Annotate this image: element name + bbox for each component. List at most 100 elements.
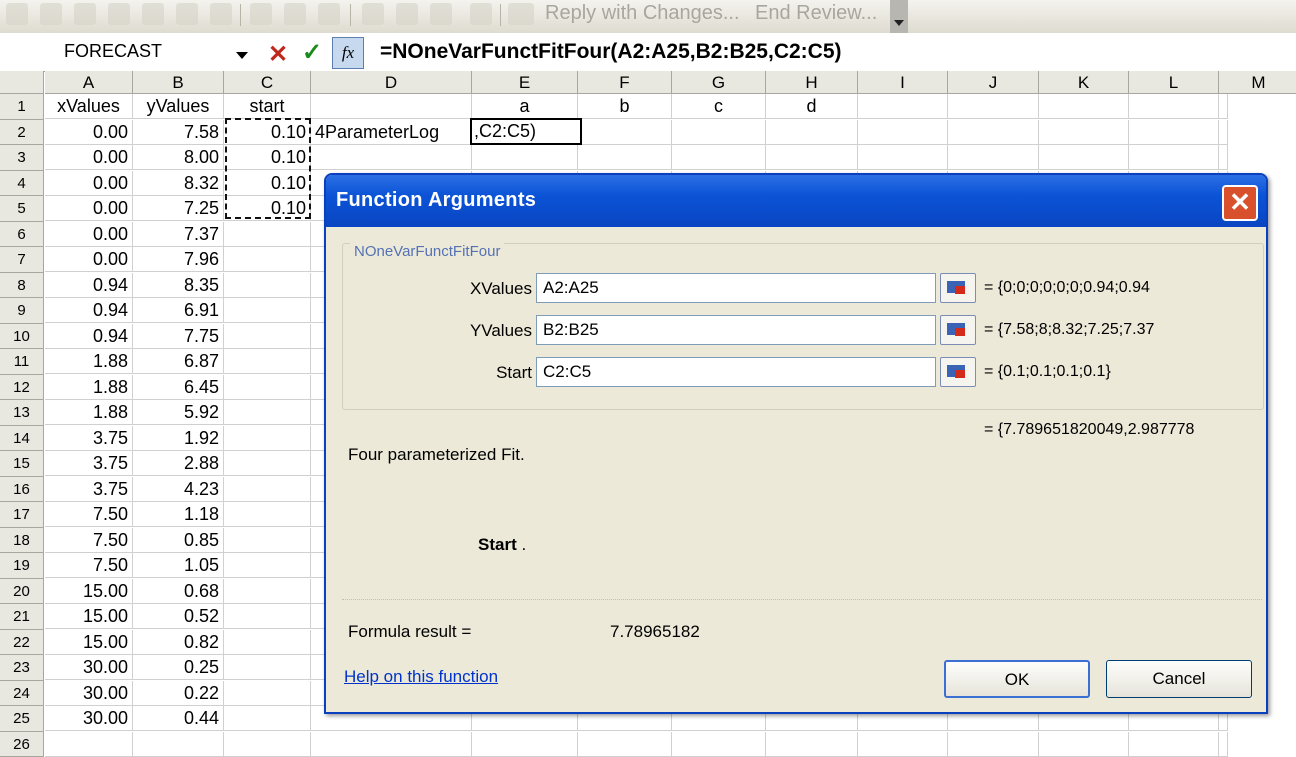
cell-c9[interactable] bbox=[224, 298, 311, 323]
cancel-button[interactable]: Cancel bbox=[1106, 660, 1252, 698]
column-header[interactable]: K bbox=[1039, 71, 1129, 94]
active-cell-e2[interactable]: ,C2:C5) bbox=[470, 118, 582, 145]
cell-a26[interactable] bbox=[45, 732, 133, 757]
cell-c10[interactable] bbox=[224, 324, 311, 349]
cell-a22[interactable]: 15.00 bbox=[45, 630, 133, 655]
cell-c25[interactable] bbox=[224, 706, 311, 731]
cell-c12[interactable] bbox=[224, 375, 311, 400]
cell-d2[interactable]: 4ParameterLog bbox=[311, 120, 472, 145]
cell-b3[interactable]: 8.00 bbox=[133, 145, 224, 170]
cell-a18[interactable]: 7.50 bbox=[45, 528, 133, 553]
cell-b4[interactable]: 8.32 bbox=[133, 171, 224, 196]
cell-g3[interactable] bbox=[672, 145, 766, 170]
cell-b6[interactable]: 7.37 bbox=[133, 222, 224, 247]
column-header[interactable]: H bbox=[766, 71, 858, 94]
cell-c21[interactable] bbox=[224, 604, 311, 629]
cell-b21[interactable]: 0.52 bbox=[133, 604, 224, 629]
cell-a24[interactable]: 30.00 bbox=[45, 681, 133, 706]
row-header[interactable]: 9 bbox=[0, 298, 44, 324]
cell-c15[interactable] bbox=[224, 451, 311, 476]
row-header[interactable]: 26 bbox=[0, 732, 44, 757]
cell-c8[interactable] bbox=[224, 273, 311, 298]
cell-b15[interactable]: 2.88 bbox=[133, 451, 224, 476]
cell-a19[interactable]: 7.50 bbox=[45, 553, 133, 578]
row-header[interactable]: 12 bbox=[0, 375, 44, 401]
insert-function-button[interactable]: fx bbox=[332, 37, 364, 69]
cell-f2[interactable] bbox=[578, 120, 672, 145]
row-header[interactable]: 10 bbox=[0, 324, 44, 350]
toolbar-button-icon[interactable] bbox=[6, 3, 28, 25]
cell-g2[interactable] bbox=[672, 120, 766, 145]
cell-l1[interactable] bbox=[1129, 94, 1219, 119]
row-header[interactable]: 20 bbox=[0, 579, 44, 605]
row-header[interactable]: 22 bbox=[0, 630, 44, 656]
formula-input[interactable]: =NOneVarFunctFitFour(A2:A25,B2:B25,C2:C5… bbox=[380, 40, 842, 64]
cell-c6[interactable] bbox=[224, 222, 311, 247]
cell-d3[interactable] bbox=[311, 145, 472, 170]
row-header[interactable]: 5 bbox=[0, 196, 44, 222]
cell-d26[interactable] bbox=[311, 732, 472, 757]
cell-h3[interactable] bbox=[766, 145, 858, 170]
cell-b18[interactable]: 0.85 bbox=[133, 528, 224, 553]
reply-with-changes-button[interactable]: Reply with Changes... bbox=[545, 2, 740, 25]
cell-b25[interactable]: 0.44 bbox=[133, 706, 224, 731]
row-header[interactable]: 14 bbox=[0, 426, 44, 452]
cell-b7[interactable]: 7.96 bbox=[133, 247, 224, 272]
cell-c7[interactable] bbox=[224, 247, 311, 272]
row-header[interactable]: 18 bbox=[0, 528, 44, 554]
collapse-dialog-xvalues-icon[interactable] bbox=[940, 273, 976, 303]
cell-c19[interactable] bbox=[224, 553, 311, 578]
cell-a14[interactable]: 3.75 bbox=[45, 426, 133, 451]
cell-d1[interactable] bbox=[311, 94, 472, 119]
row-header[interactable]: 21 bbox=[0, 604, 44, 630]
cell-a3[interactable]: 0.00 bbox=[45, 145, 133, 170]
cell-g1[interactable]: c bbox=[672, 94, 766, 119]
row-header[interactable]: 25 bbox=[0, 706, 44, 732]
cell-b14[interactable]: 1.92 bbox=[133, 426, 224, 451]
column-header[interactable]: J bbox=[948, 71, 1039, 94]
row-header[interactable]: 2 bbox=[0, 120, 44, 146]
row-header[interactable]: 17 bbox=[0, 502, 44, 528]
cell-f26[interactable] bbox=[578, 732, 672, 757]
cell-b8[interactable]: 8.35 bbox=[133, 273, 224, 298]
cell-k1[interactable] bbox=[1039, 94, 1129, 119]
toolbar-button-icon[interactable] bbox=[176, 3, 198, 25]
column-header[interactable]: G bbox=[672, 71, 766, 94]
column-header[interactable]: F bbox=[578, 71, 672, 94]
cell-c20[interactable] bbox=[224, 579, 311, 604]
cell-a9[interactable]: 0.94 bbox=[45, 298, 133, 323]
cell-l3[interactable] bbox=[1129, 145, 1219, 170]
toolbar-button-icon[interactable] bbox=[430, 3, 452, 25]
cell-h26[interactable] bbox=[766, 732, 858, 757]
cell-b10[interactable]: 7.75 bbox=[133, 324, 224, 349]
row-header[interactable]: 16 bbox=[0, 477, 44, 503]
cell-c3[interactable]: 0.10 bbox=[224, 145, 311, 170]
cell-c13[interactable] bbox=[224, 400, 311, 425]
row-header[interactable]: 8 bbox=[0, 273, 44, 299]
cell-m2[interactable] bbox=[1219, 120, 1228, 145]
help-on-function-link[interactable]: Help on this function bbox=[344, 667, 498, 687]
cell-a6[interactable]: 0.00 bbox=[45, 222, 133, 247]
cell-e1[interactable]: a bbox=[472, 94, 578, 119]
cell-a1[interactable]: xValues bbox=[45, 94, 133, 119]
toolbar-button-icon[interactable] bbox=[396, 3, 418, 25]
toolbar-button-icon[interactable] bbox=[108, 3, 130, 25]
cell-b20[interactable]: 0.68 bbox=[133, 579, 224, 604]
enter-entry-icon[interactable]: ✓ bbox=[302, 38, 322, 67]
xvalues-input[interactable]: A2:A25 bbox=[536, 273, 936, 303]
cell-c5[interactable]: 0.10 bbox=[224, 196, 311, 221]
cell-a17[interactable]: 7.50 bbox=[45, 502, 133, 527]
cell-b19[interactable]: 1.05 bbox=[133, 553, 224, 578]
cell-a4[interactable]: 0.00 bbox=[45, 171, 133, 196]
row-header[interactable]: 11 bbox=[0, 349, 44, 375]
cell-l26[interactable] bbox=[1129, 732, 1219, 757]
cell-j26[interactable] bbox=[948, 732, 1039, 757]
cell-c16[interactable] bbox=[224, 477, 311, 502]
start-input[interactable]: C2:C5 bbox=[536, 357, 936, 387]
name-box[interactable]: FORECAST bbox=[64, 41, 162, 62]
cell-b26[interactable] bbox=[133, 732, 224, 757]
column-header[interactable]: C bbox=[224, 71, 311, 94]
cell-b5[interactable]: 7.25 bbox=[133, 196, 224, 221]
toolbar-button-icon[interactable] bbox=[74, 3, 96, 25]
cell-b12[interactable]: 6.45 bbox=[133, 375, 224, 400]
